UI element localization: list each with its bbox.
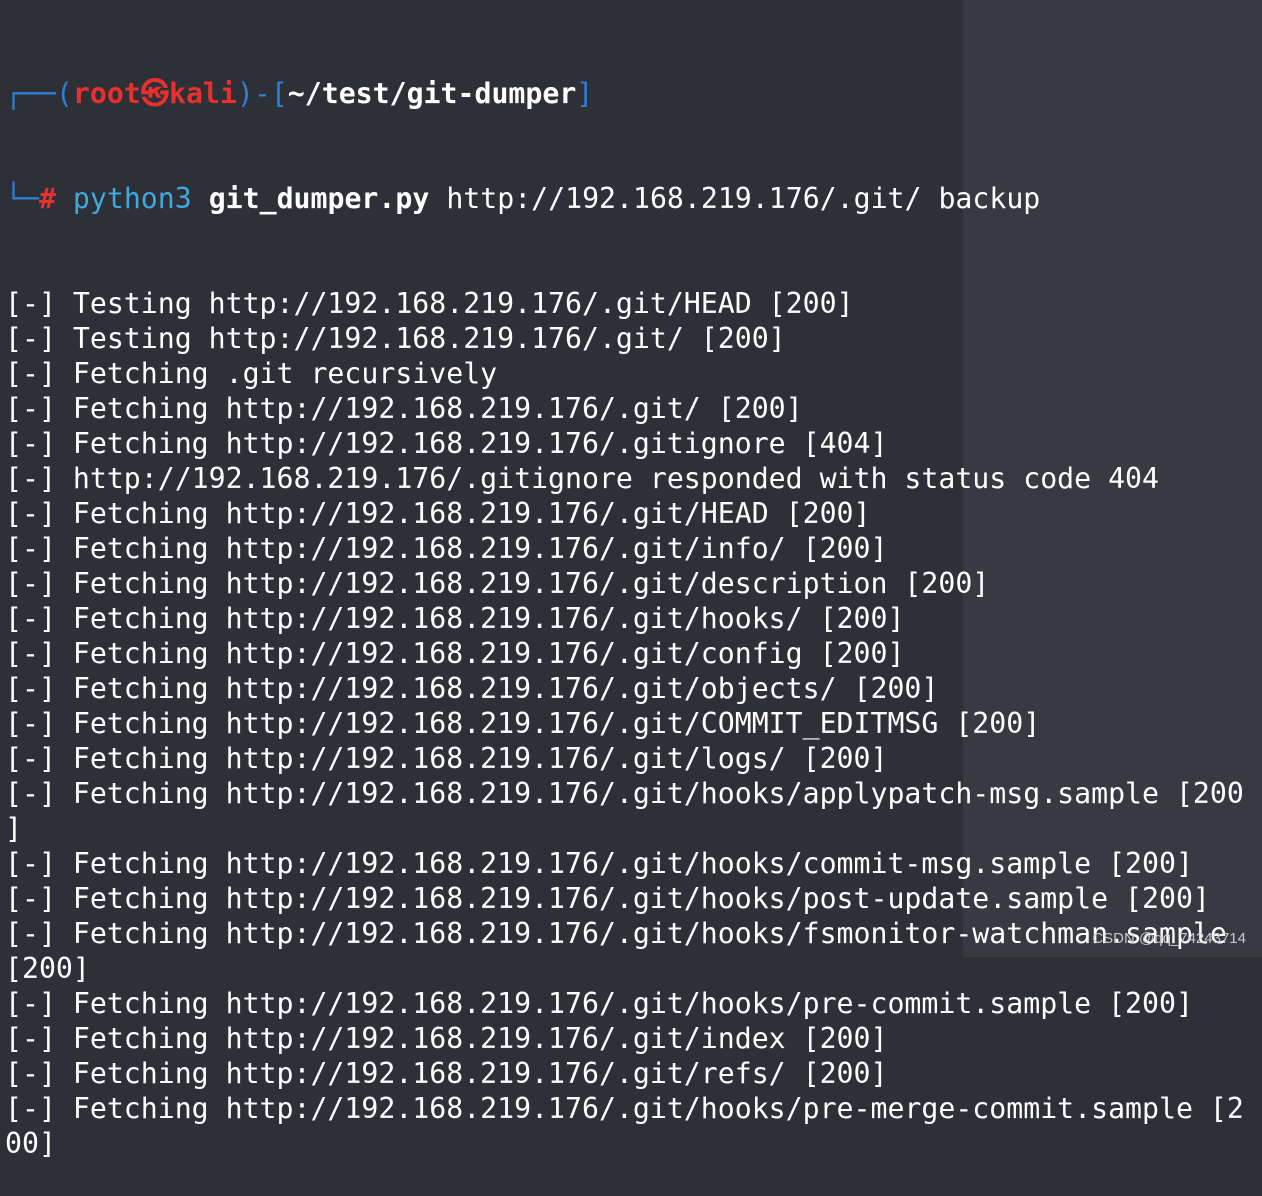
output-line: [-] Fetching http://192.168.219.176/.git… [5,777,1244,810]
output: [-] Testing http://192.168.219.176/.git/… [5,286,1244,1161]
prompt-symbol: # [38,182,56,215]
output-line: [-] Fetching http://192.168.219.176/.git… [5,742,888,775]
kali-logo-icon: ㉿ [140,77,169,110]
output-line: [-] Fetching .git recursively [5,357,498,390]
command: python3 [72,182,192,215]
output-line: 00] [5,1127,56,1160]
command-args: http://192.168.219.176/.git/ backup [446,182,1041,215]
output-line: [-] Fetching http://192.168.219.176/.git… [5,532,888,565]
output-line: [-] Fetching http://192.168.219.176/.git… [5,707,1041,740]
prompt-cwd: ~/test/git-dumper [287,77,577,110]
prompt-user: root [72,77,141,110]
output-line: [200] [5,952,90,985]
prompt-line: ┌──(root㉿kali)-[~/test/git-dumper] [5,77,594,110]
output-line: [-] Fetching http://192.168.219.176/.git… [5,882,1210,915]
output-line: [-] Testing http://192.168.219.176/.git/… [5,287,854,320]
prompt-host: kali [168,77,237,110]
terminal[interactable]: ┌──(root㉿kali)-[~/test/git-dumper] └─# p… [5,6,1244,1196]
script-name: git_dumper.py [208,182,430,215]
output-line: [-] Fetching http://192.168.219.176/.git… [5,392,803,425]
output-line: [-] Fetching http://192.168.219.176/.git… [5,847,1193,880]
output-line: [-] Fetching http://192.168.219.176/.git… [5,1092,1244,1125]
output-line: [-] http://192.168.219.176/.gitignore re… [5,462,1159,495]
output-line: [-] Fetching http://192.168.219.176/.git… [5,1057,888,1090]
command-line: └─# python3 git_dumper.py http://192.168… [5,182,1041,215]
output-line: [-] Fetching http://192.168.219.176/.git… [5,637,905,670]
output-line: [-] Fetching http://192.168.219.176/.git… [5,1022,888,1055]
output-line: [-] Fetching http://192.168.219.176/.git… [5,602,905,635]
output-line: [-] Fetching http://192.168.219.176/.git… [5,672,939,705]
output-line: [-] Fetching http://192.168.219.176/.git… [5,917,1227,950]
output-line: [-] Fetching http://192.168.219.176/.git… [5,427,888,460]
output-line: [-] Fetching http://192.168.219.176/.git… [5,987,1193,1020]
output-line: [-] Fetching http://192.168.219.176/.git… [5,567,990,600]
watermark: CSDN @qq_74243714 [1092,930,1246,947]
output-line: [-] Testing http://192.168.219.176/.git/… [5,322,786,355]
output-line: [-] Fetching http://192.168.219.176/.git… [5,497,871,530]
output-line: ] [5,812,22,845]
